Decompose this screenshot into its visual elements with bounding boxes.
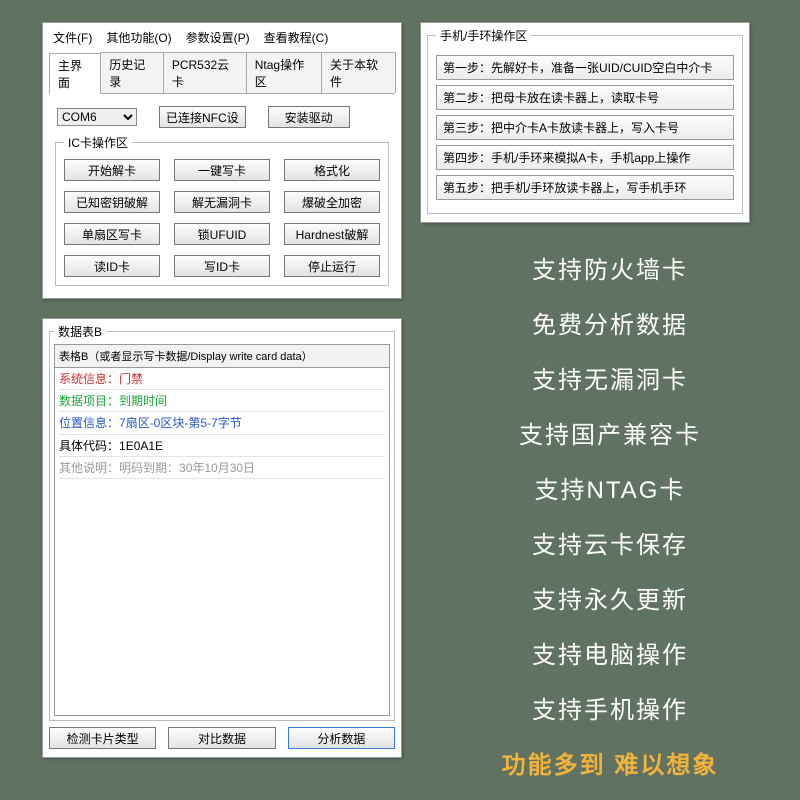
menu-other[interactable]: 其他功能(O) bbox=[106, 29, 171, 46]
feature-line: 支持手机操作 bbox=[460, 690, 760, 725]
phone-step-2[interactable]: 第二步：把母卡放在读卡器上，读取卡号 bbox=[436, 85, 734, 110]
btn-start-crack[interactable]: 开始解卡 bbox=[64, 159, 160, 181]
feature-list: 支持防火墙卡 免费分析数据 支持无漏洞卡 支持国产兼容卡 支持NTAG卡 支持云… bbox=[460, 250, 760, 780]
install-driver-button[interactable]: 安装驱动 bbox=[268, 106, 350, 128]
feature-line: 免费分析数据 bbox=[460, 305, 760, 340]
phone-steps-group: 手机/手环操作区 第一步：先解好卡，准备一张UID/CUID空白中介卡 第二步：… bbox=[427, 27, 743, 214]
phone-step-4[interactable]: 第四步：手机/手环来模拟A卡，手机app上操作 bbox=[436, 145, 734, 170]
feature-line: 支持防火墙卡 bbox=[460, 250, 760, 285]
btn-stop[interactable]: 停止运行 bbox=[284, 255, 380, 277]
ic-card-group: IC卡操作区 开始解卡 一键写卡 格式化 已知密钥破解 解无漏洞卡 爆破全加密 … bbox=[55, 134, 389, 286]
row-position: 位置信息：7扇区-0区块-第5-7字节 bbox=[59, 414, 385, 434]
btn-single-sector[interactable]: 单扇区写卡 bbox=[64, 223, 160, 245]
data-b-body: 系统信息：门禁 数据项目：到期时间 位置信息：7扇区-0区块-第5-7字节 具体… bbox=[54, 368, 390, 716]
data-b-group: 数据表B 表格B（或者显示写卡数据/Display write card dat… bbox=[49, 323, 395, 721]
btn-no-bug-crack[interactable]: 解无漏洞卡 bbox=[174, 191, 270, 213]
tab-bar: 主界面 历史记录 PCR532云卡 Ntag操作区 关于本软件 bbox=[49, 52, 395, 94]
feature-line: 支持云卡保存 bbox=[460, 525, 760, 560]
btn-lock-ufuid[interactable]: 锁UFUID bbox=[174, 223, 270, 245]
com-port-select[interactable]: COM6 bbox=[57, 108, 137, 126]
phone-steps-legend: 手机/手环操作区 bbox=[436, 27, 531, 44]
ic-group-legend: IC卡操作区 bbox=[64, 134, 132, 151]
row-project: 数据项目：到期时间 bbox=[59, 392, 385, 412]
btn-compare-data[interactable]: 对比数据 bbox=[168, 727, 275, 749]
btn-format[interactable]: 格式化 bbox=[284, 159, 380, 181]
btn-known-key-crack[interactable]: 已知密钥破解 bbox=[64, 191, 160, 213]
feature-line: 支持无漏洞卡 bbox=[460, 360, 760, 395]
menubar: 文件(F) 其他功能(O) 参数设置(P) 查看教程(C) bbox=[49, 27, 395, 50]
data-table-b-window: 数据表B 表格B（或者显示写卡数据/Display write card dat… bbox=[42, 318, 402, 758]
btn-one-key-write[interactable]: 一键写卡 bbox=[174, 159, 270, 181]
phone-step-1[interactable]: 第一步：先解好卡，准备一张UID/CUID空白中介卡 bbox=[436, 55, 734, 80]
feature-line: 支持国产兼容卡 bbox=[460, 415, 760, 450]
btn-write-id[interactable]: 写ID卡 bbox=[174, 255, 270, 277]
row-other: 其他说明：明码到期：30年10月30日 bbox=[59, 459, 385, 479]
tab-main[interactable]: 主界面 bbox=[49, 53, 101, 94]
tab-ntag[interactable]: Ntag操作区 bbox=[246, 52, 322, 93]
phone-step-3[interactable]: 第三步：把中介卡A卡放读卡器上，写入卡号 bbox=[436, 115, 734, 140]
data-b-legend: 数据表B bbox=[54, 323, 106, 340]
tab-cloud[interactable]: PCR532云卡 bbox=[163, 52, 247, 93]
menu-file[interactable]: 文件(F) bbox=[53, 29, 92, 46]
feature-line-highlight: 功能多到 难以想象 bbox=[460, 745, 760, 780]
phone-step-5[interactable]: 第五步：把手机/手环放读卡器上，写手机手环 bbox=[436, 175, 734, 200]
feature-line: 支持NTAG卡 bbox=[460, 470, 760, 505]
btn-analyze-data[interactable]: 分析数据 bbox=[288, 727, 395, 749]
btn-hardnest[interactable]: Hardnest破解 bbox=[284, 223, 380, 245]
tab-about[interactable]: 关于本软件 bbox=[321, 52, 396, 93]
row-system: 系统信息：门禁 bbox=[59, 370, 385, 390]
row-code: 具体代码：1E0A1E bbox=[59, 437, 385, 457]
btn-detect-card[interactable]: 检测卡片类型 bbox=[49, 727, 156, 749]
feature-line: 支持电脑操作 bbox=[460, 635, 760, 670]
main-app-window: 文件(F) 其他功能(O) 参数设置(P) 查看教程(C) 主界面 历史记录 P… bbox=[42, 22, 402, 299]
feature-line: 支持永久更新 bbox=[460, 580, 760, 615]
btn-read-id[interactable]: 读ID卡 bbox=[64, 255, 160, 277]
data-b-header: 表格B（或者显示写卡数据/Display write card data） bbox=[54, 344, 390, 368]
menu-param[interactable]: 参数设置(P) bbox=[186, 29, 250, 46]
phone-steps-window: 手机/手环操作区 第一步：先解好卡，准备一张UID/CUID空白中介卡 第二步：… bbox=[420, 22, 750, 223]
btn-brute-full[interactable]: 爆破全加密 bbox=[284, 191, 380, 213]
tab-history[interactable]: 历史记录 bbox=[100, 52, 164, 93]
menu-help[interactable]: 查看教程(C) bbox=[264, 29, 329, 46]
nfc-status-button[interactable]: 已连接NFC设 bbox=[159, 106, 246, 128]
